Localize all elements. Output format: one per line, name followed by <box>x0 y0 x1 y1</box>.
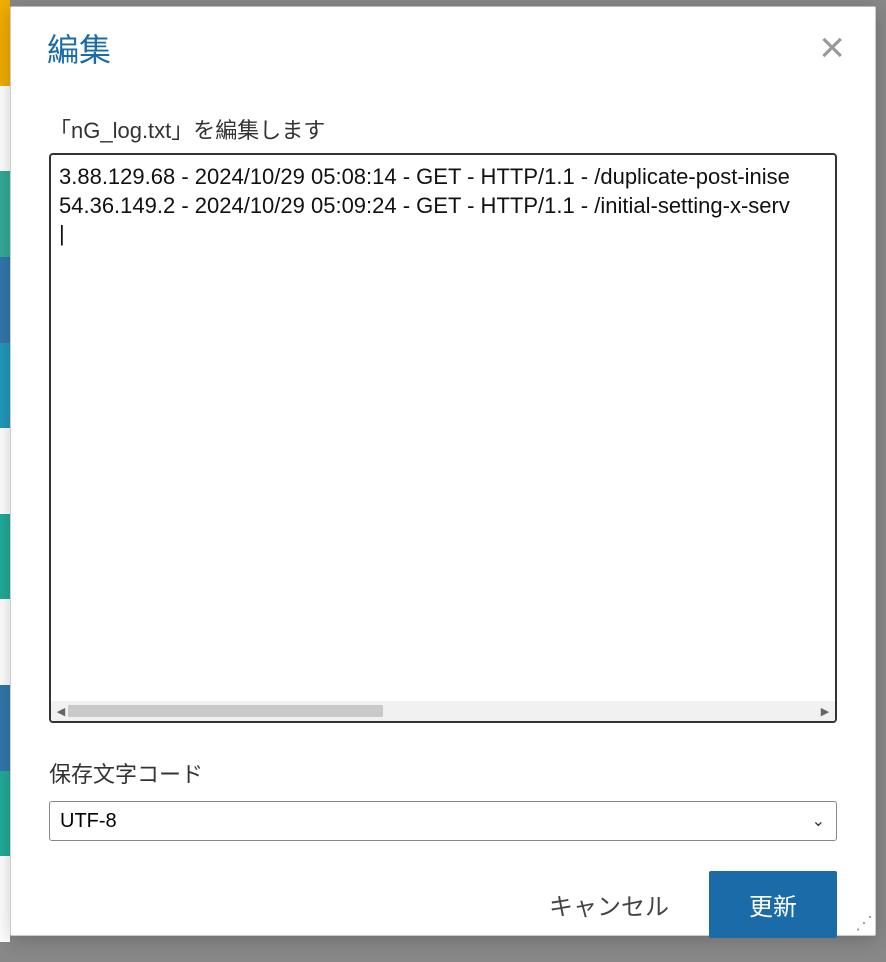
scroll-thumb[interactable] <box>68 705 383 717</box>
edit-modal: 編集 × 「nG_log.txt」を編集します ◀ ▶ 保存文字コード UTF-… <box>10 6 876 936</box>
file-name-label: 「nG_log.txt」を編集します <box>49 113 837 145</box>
scroll-track[interactable] <box>68 704 818 718</box>
modal-header: 編集 × <box>11 7 875 89</box>
encoding-select[interactable]: UTF-8 <box>49 801 837 841</box>
scroll-right-arrow-icon[interactable]: ▶ <box>818 705 832 718</box>
horizontal-scrollbar[interactable]: ◀ ▶ <box>51 701 835 721</box>
cancel-button[interactable]: キャンセル <box>549 887 669 922</box>
scroll-left-arrow-icon[interactable]: ◀ <box>54 705 68 718</box>
background-sidebar <box>0 0 10 942</box>
encoding-label: 保存文字コード <box>49 757 837 789</box>
modal-footer: キャンセル 更新 <box>11 851 875 962</box>
modal-title: 編集 <box>47 25 111 71</box>
encoding-select-wrap: UTF-8 ⌄ <box>49 801 837 841</box>
update-button[interactable]: 更新 <box>709 871 837 938</box>
close-icon[interactable]: × <box>819 26 845 70</box>
file-content-textarea[interactable] <box>51 155 835 701</box>
modal-body: 「nG_log.txt」を編集します ◀ ▶ 保存文字コード UTF-8 ⌄ <box>11 89 875 851</box>
editor-container: ◀ ▶ <box>49 153 837 723</box>
